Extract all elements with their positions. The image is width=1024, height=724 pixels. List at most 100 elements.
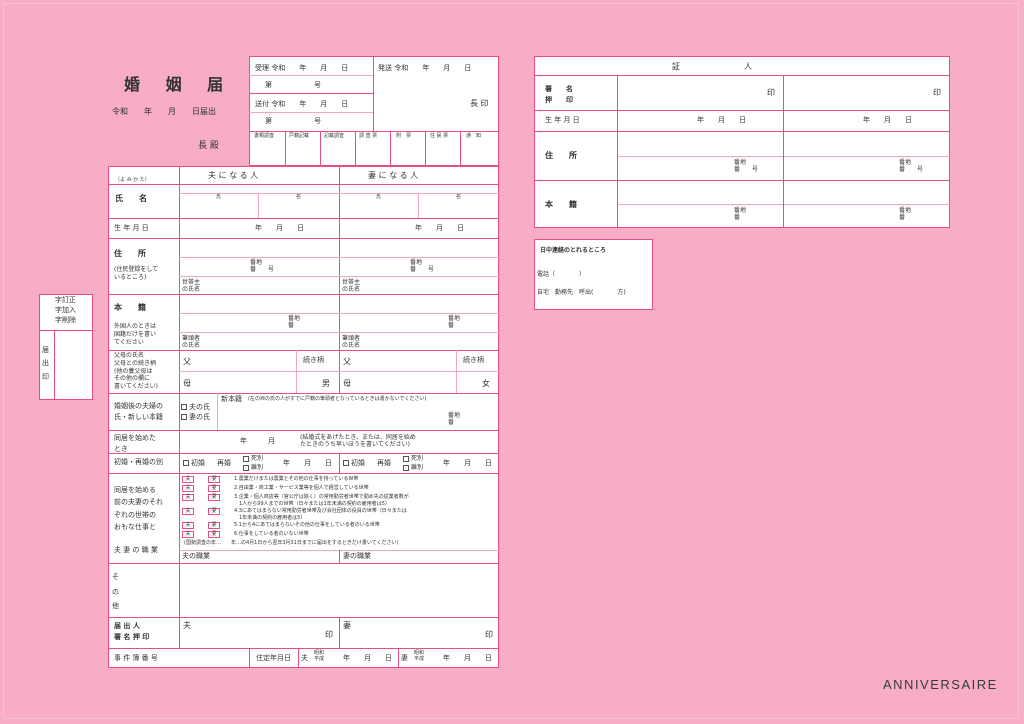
check-entry-survey: 記載調査 [324, 133, 345, 139]
correction-edit: 字訂正 [55, 296, 76, 304]
planned-husband: 夫 [301, 654, 308, 662]
husband-birth[interactable]: 年 月 日 [255, 225, 304, 232]
husband-divorced-checkbox[interactable] [243, 465, 249, 471]
husband-prev-date[interactable]: 年 月 日 [283, 460, 332, 467]
wife-daughter: 女 [482, 379, 490, 388]
birth-label: 生 年 月 日 [114, 224, 149, 232]
work6-wife-box[interactable]: 妻 [208, 531, 220, 538]
work1-husband-box[interactable]: 夫 [182, 476, 194, 483]
work-item-2: 2.自由業・商工業・サービス業等を個人で経営している世帯 [234, 485, 369, 491]
witness1-address-banchi[interactable]: 番地 番 号 [734, 159, 758, 173]
husband-father[interactable]: 父 [183, 358, 191, 366]
husband-job-field[interactable]: 夫の職業 [182, 553, 210, 560]
husband-bereaved-checkbox[interactable] [243, 456, 249, 462]
wife-bereaved-checkbox[interactable] [403, 456, 409, 462]
work2-wife-box[interactable]: 妻 [208, 485, 220, 492]
contact-where[interactable]: 自宅 勤務先 呼出( 方) [537, 290, 626, 296]
work3-wife-box[interactable]: 妻 [208, 494, 220, 501]
husband-divorced-label: 離別 [251, 464, 264, 471]
husband-hittosha[interactable]: 筆頭者 の氏名 [182, 335, 200, 349]
chief-seal: 長 印 [470, 99, 489, 108]
wife-job-field[interactable]: 妻の職業 [343, 553, 371, 560]
main-form-panel [108, 166, 499, 668]
husband-re-label: 再婚 [217, 459, 231, 467]
wife-first-checkbox[interactable] [343, 460, 349, 466]
addressee[interactable]: 長 殿 [198, 142, 219, 151]
accept-number[interactable]: 第 号 [265, 82, 321, 89]
parents-label: 父母の氏名 父母との続き柄 (他の養父母は その他の欄に 書いてください) [114, 352, 158, 391]
honseki-note: 外国人のときは 国籍だけを書い てください [114, 323, 157, 346]
husband-address-banchi[interactable]: 番地 番 号 [250, 259, 274, 273]
wife-surname-checkbox[interactable] [181, 414, 187, 420]
other-label: そ の 他 [112, 573, 119, 611]
witness2-honseki-banchi[interactable]: 番地 番 [899, 207, 911, 221]
husband-surname-checkbox[interactable] [181, 404, 187, 410]
send-date[interactable]: 発送 令和 年 月 日 [378, 65, 471, 72]
case-number-label: 事 件 簿 番 号 [114, 654, 158, 662]
planned-wife: 妻 [401, 654, 408, 662]
witness1-birth[interactable]: 年 月 日 [697, 117, 746, 124]
work-item-6: 6.仕事をしている者のいない世帯 [234, 531, 309, 537]
work5-husband-box[interactable]: 夫 [182, 522, 194, 529]
husband-surname-option: 夫の氏 [189, 403, 210, 411]
new-honseki-note: (左の㈪の氏の人がすでに戸籍の筆頭者となっているときは書かないでください) [248, 396, 427, 402]
wife-father[interactable]: 父 [343, 358, 351, 366]
wife-honseki-banchi[interactable]: 番地 番 [448, 315, 460, 329]
wife-householder[interactable]: 世帯主 の氏名 [342, 279, 360, 293]
wife-hittosha[interactable]: 筆頭者 の氏名 [342, 335, 360, 349]
husband-householder[interactable]: 世帯主 の氏名 [182, 279, 200, 293]
forward-date[interactable]: 送付 令和 年 月 日 [255, 101, 348, 108]
work5-wife-box[interactable]: 妻 [208, 522, 220, 529]
submission-date-line[interactable]: 令和 年 月 日届出 [112, 108, 216, 116]
work3-husband-box[interactable]: 夫 [182, 494, 194, 501]
wife-zokugara: 続き柄 [463, 356, 484, 364]
work2-husband-box[interactable]: 夫 [182, 485, 194, 492]
husband-mother[interactable]: 母 [183, 380, 191, 388]
work4-wife-box[interactable]: 妻 [208, 508, 220, 515]
witness1-seal: 印 [767, 88, 775, 97]
forward-number[interactable]: 第 号 [265, 118, 321, 125]
husband-son: 男 [322, 379, 330, 388]
cohabit-label: 同居を始めた とき [114, 434, 156, 453]
witness2-seal: 印 [933, 88, 941, 97]
wife-given-label: 名 [456, 194, 462, 200]
work1-wife-box[interactable]: 妻 [208, 476, 220, 483]
check-family-register: 戸籍記載 [289, 133, 310, 139]
husband-given-label: 名 [296, 194, 302, 200]
witness-honseki-label: 本 籍 [545, 200, 577, 209]
wife-mother[interactable]: 母 [343, 380, 351, 388]
wife-bereaved-label: 死別 [411, 455, 424, 462]
check-resident-card: 住 民 票 [430, 133, 449, 139]
witness2-birth[interactable]: 年 月 日 [863, 117, 912, 124]
wife-birth[interactable]: 年 月 日 [415, 225, 464, 232]
first-marriage-label: 初婚・再婚の別 [114, 458, 163, 466]
husband-bereaved-label: 死別 [251, 455, 264, 462]
planned-husband-era: 昭和 平成 [314, 650, 325, 662]
witness2-address-banchi[interactable]: 番地 番 号 [899, 159, 923, 173]
wife-address-banchi[interactable]: 番地 番 号 [410, 259, 434, 273]
new-honseki-banchi[interactable]: 番地 番 [448, 412, 460, 426]
wife-divorced-checkbox[interactable] [403, 465, 409, 471]
office-use-panel [249, 56, 499, 166]
brand-logo: ANNIVERSAIRE [883, 677, 998, 692]
planned-husband-date[interactable]: 年 月 日 [343, 655, 392, 662]
contact-phone[interactable]: 電話（ ） [537, 272, 585, 278]
accept-date[interactable]: 受理 令和 年 月 日 [255, 65, 348, 72]
name-label: 氏 名 [115, 194, 147, 203]
wife-surname-label: 氏 [376, 194, 382, 200]
occupation-label: 夫 妻 の 職 業 [114, 546, 158, 554]
wife-sign-field[interactable]: 妻 [343, 622, 351, 630]
wife-prev-date[interactable]: 年 月 日 [443, 460, 492, 467]
census-note: (国勢調査の年… 年…の4月1日から翌年3月31日までに届出をするときだけ書いて… [184, 540, 399, 546]
planned-wife-date[interactable]: 年 月 日 [443, 655, 492, 662]
furigana-label: （よ み か た） [115, 177, 150, 183]
husband-first-checkbox[interactable] [183, 460, 189, 466]
work6-husband-box[interactable]: 夫 [182, 531, 194, 538]
husband-honseki-banchi[interactable]: 番地 番 [288, 315, 300, 329]
husband-sign-field[interactable]: 夫 [183, 622, 191, 630]
planned-date-label: 住定年月日 [256, 654, 291, 662]
cohabit-date[interactable]: 年 月 [240, 438, 275, 445]
witness1-honseki-banchi[interactable]: 番地 番 [734, 207, 746, 221]
submitter-sign-label: 届 出 人 署 名 押 印 [114, 622, 150, 641]
work4-husband-box[interactable]: 夫 [182, 508, 194, 515]
